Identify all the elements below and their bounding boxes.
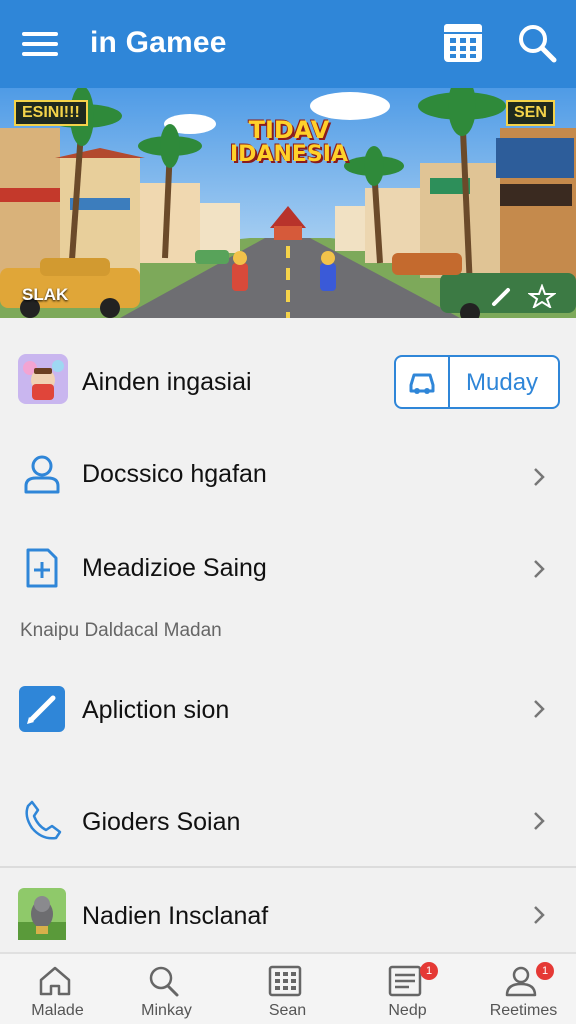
avatar bbox=[18, 354, 68, 404]
game-logo-line1: TIDAV bbox=[248, 116, 330, 144]
list-item-label: Docssico hgafan bbox=[82, 460, 267, 488]
game-logo: TIDAV IDANESIA bbox=[226, 116, 352, 167]
car-icon bbox=[409, 373, 435, 394]
muday-button-label: Muday bbox=[466, 369, 539, 396]
app-title: in Gamee bbox=[90, 26, 227, 59]
list-item-gioders[interactable]: Gioders Soian bbox=[0, 794, 576, 850]
banner-sign-right: SEN bbox=[506, 100, 555, 126]
home-icon bbox=[39, 966, 71, 996]
star-icon[interactable] bbox=[528, 284, 556, 308]
pencil-icon[interactable] bbox=[488, 284, 516, 308]
list-item-label: Apliction sion bbox=[82, 696, 230, 724]
list-item-label: Nadien Insclanaf bbox=[82, 902, 269, 930]
grid-icon bbox=[268, 965, 302, 997]
nav-item-reetimes[interactable]: 1 Reetimes bbox=[466, 954, 576, 1024]
button-separator bbox=[448, 357, 450, 407]
section-label: Knaipu Daldacal Madan bbox=[20, 620, 222, 641]
list-item-label: Meadizioe Saing bbox=[82, 554, 267, 582]
divider bbox=[0, 866, 576, 868]
list-item-apliction[interactable]: Apliction sion bbox=[0, 682, 576, 738]
banner-sign-left: ESINI!!! bbox=[14, 100, 88, 126]
chevron-right-icon bbox=[534, 906, 545, 924]
chevron-right-icon bbox=[534, 812, 545, 830]
search-icon bbox=[149, 966, 179, 997]
list-item-label: Gioders Soian bbox=[82, 808, 241, 836]
muday-button[interactable]: Muday bbox=[394, 355, 560, 409]
banner-caption: SLAK bbox=[22, 285, 69, 304]
person-icon bbox=[24, 455, 60, 494]
app-screen: in Gamee ESINI!!! SEN TIDAV IDANESIA SLA… bbox=[0, 0, 576, 1024]
chevron-right-icon bbox=[534, 468, 545, 486]
nav-label: Malade bbox=[31, 1002, 84, 1019]
hamburger-icon[interactable] bbox=[22, 30, 60, 58]
nav-item-sean[interactable]: Sean bbox=[230, 954, 345, 1024]
notification-badge: 1 bbox=[536, 962, 554, 980]
document-add-icon bbox=[26, 548, 58, 588]
pencil-icon bbox=[19, 686, 65, 732]
bottom-nav: Malade Minkay Sean 1 Nedp 1 Reetimes bbox=[0, 952, 576, 1024]
game-thumbnail bbox=[18, 888, 66, 940]
nav-item-minkay[interactable]: Minkay bbox=[109, 954, 224, 1024]
nav-label: Reetimes bbox=[489, 1002, 558, 1019]
game-logo-line2: IDANESIA bbox=[230, 142, 348, 167]
nav-label: Nedp bbox=[388, 1002, 427, 1019]
list-item-docssico[interactable]: Docssico hgafan bbox=[0, 446, 576, 506]
chevron-right-icon bbox=[534, 700, 545, 718]
nav-label: Minkay bbox=[141, 1002, 192, 1019]
calendar-icon[interactable] bbox=[440, 20, 486, 66]
list-item-meadizioe[interactable]: Meadizioe Saing bbox=[0, 540, 576, 600]
profile-name: Ainden ingasiai bbox=[82, 368, 252, 396]
app-header: in Gamee bbox=[0, 0, 576, 88]
chevron-right-icon bbox=[534, 560, 545, 578]
list-item-nadien[interactable]: Nadien Insclanaf bbox=[0, 884, 576, 944]
game-banner[interactable]: ESINI!!! SEN TIDAV IDANESIA SLAK bbox=[0, 88, 576, 318]
nav-label: Sean bbox=[268, 1002, 307, 1019]
profile-icon bbox=[505, 966, 537, 997]
nav-item-nedp[interactable]: 1 Nedp bbox=[350, 954, 465, 1024]
inbox-icon bbox=[388, 965, 422, 997]
nav-item-malade[interactable]: Malade bbox=[0, 954, 115, 1024]
phone-icon bbox=[25, 800, 62, 840]
notification-badge: 1 bbox=[420, 962, 438, 980]
search-icon[interactable] bbox=[514, 20, 560, 66]
